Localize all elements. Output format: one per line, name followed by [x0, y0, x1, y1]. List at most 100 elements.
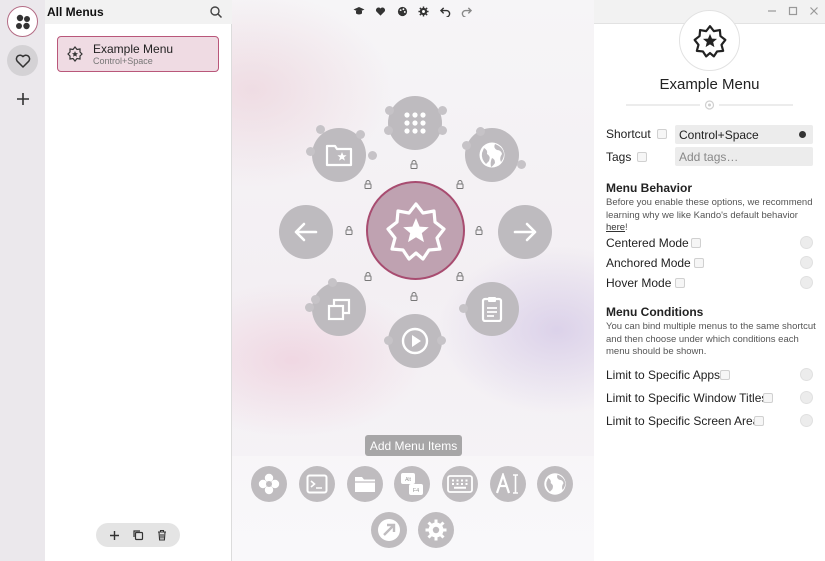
- heart-icon: [376, 7, 386, 16]
- add-collection-button[interactable]: [7, 83, 38, 114]
- plus-icon: [109, 530, 119, 540]
- undo-icon: [439, 6, 451, 17]
- tray-item-submenu[interactable]: [251, 466, 287, 502]
- child-indicator-dot: [311, 295, 320, 304]
- menu-item-windows[interactable]: [312, 282, 366, 336]
- info-icon[interactable]: [637, 152, 647, 162]
- menu-icon-picker[interactable]: [679, 10, 740, 71]
- svg-text:F4: F4: [413, 488, 419, 494]
- minimize-icon[interactable]: [767, 6, 777, 16]
- windows-icon: [327, 298, 351, 321]
- arrow-left-icon: [294, 222, 318, 242]
- gear-icon: [418, 5, 429, 17]
- info-icon[interactable]: [754, 416, 764, 426]
- record-shortcut-icon[interactable]: [799, 131, 806, 138]
- maximize-icon[interactable]: [788, 6, 798, 16]
- info-icon[interactable]: [691, 238, 701, 248]
- menu-card-name: Example Menu: [93, 42, 174, 56]
- child-indicator-dot: [316, 125, 325, 134]
- menu-card-shortcut: Control+Space: [93, 56, 153, 66]
- folder-icon: [355, 477, 375, 492]
- menus-title: All Menus: [47, 5, 104, 19]
- info-icon[interactable]: [657, 129, 667, 139]
- menu-behavior-title: Menu Behavior: [606, 181, 693, 195]
- limit-screen-area-label: Limit to Specific Screen Area: [606, 414, 760, 428]
- limit-window-titles-toggle[interactable]: [800, 391, 813, 404]
- hover-mode-toggle[interactable]: [800, 276, 813, 289]
- child-indicator-dot: [438, 126, 447, 135]
- kando-logo-button[interactable]: [7, 6, 38, 37]
- anchored-mode-label: Anchored Mode: [606, 256, 691, 270]
- ornament-divider: [626, 100, 793, 110]
- limit-screen-area-toggle[interactable]: [800, 414, 813, 427]
- flower-icon: [258, 473, 280, 495]
- menu-item-web[interactable]: [465, 128, 519, 182]
- menu-name-title[interactable]: Example Menu: [594, 76, 825, 93]
- settings-button[interactable]: [417, 4, 431, 18]
- tray-item-macro[interactable]: [442, 466, 478, 502]
- menu-card-example[interactable]: Example Menu Control+Space: [57, 36, 219, 72]
- child-indicator-dot: [517, 160, 526, 169]
- close-icon[interactable]: [809, 6, 819, 16]
- child-indicator-dot: [384, 126, 393, 135]
- lock-icon: [364, 272, 372, 281]
- tags-input[interactable]: Add tags…: [675, 147, 813, 166]
- collections-sidebar: [0, 0, 45, 561]
- info-icon[interactable]: [763, 393, 773, 403]
- child-indicator-dot: [306, 147, 315, 156]
- tray-item-file[interactable]: [347, 466, 383, 502]
- child-indicator-dot: [462, 141, 471, 150]
- redo-icon: [462, 6, 473, 17]
- hover-mode-label: Hover Mode: [606, 276, 672, 290]
- tray-item-settings[interactable]: [418, 512, 454, 548]
- add-menu-items-tab[interactable]: Add Menu Items: [365, 435, 462, 456]
- menu-item-media[interactable]: [388, 314, 442, 368]
- child-indicator-dot: [328, 278, 337, 287]
- properties-panel: Example Menu Shortcut Control+Space Tags…: [594, 0, 825, 561]
- undo-button[interactable]: [438, 4, 452, 18]
- centered-mode-toggle[interactable]: [800, 236, 813, 249]
- behavior-help-link[interactable]: here: [606, 222, 625, 233]
- tutorial-button[interactable]: [352, 4, 366, 18]
- menu-item-apps[interactable]: [388, 96, 442, 150]
- child-indicator-dot: [437, 336, 446, 345]
- duplicate-menu-button[interactable]: [130, 527, 146, 543]
- add-menu-button[interactable]: [106, 527, 122, 543]
- svg-text:Alt: Alt: [405, 477, 411, 483]
- shortcut-label: Shortcut: [606, 127, 651, 141]
- tray-item-hotkey[interactable]: Alt F4: [394, 466, 430, 502]
- favorites-collection-button[interactable]: [7, 45, 38, 76]
- folder-star-icon: [325, 144, 353, 167]
- tags-label: Tags: [606, 150, 632, 164]
- menu-item-back[interactable]: [279, 205, 333, 259]
- info-icon[interactable]: [675, 278, 685, 288]
- child-indicator-dot: [459, 304, 468, 313]
- menu-items-tray: Alt F4: [232, 456, 594, 561]
- child-indicator-dot: [356, 130, 365, 139]
- tray-item-redirect[interactable]: [371, 512, 407, 548]
- info-icon[interactable]: [694, 258, 704, 268]
- menu-item-clipboard[interactable]: [465, 282, 519, 336]
- limit-apps-toggle[interactable]: [800, 368, 813, 381]
- centered-mode-label: Centered Mode: [606, 236, 689, 250]
- info-icon[interactable]: [720, 370, 730, 380]
- redirect-icon: [378, 519, 400, 541]
- tray-item-uri[interactable]: [537, 466, 573, 502]
- tray-item-command[interactable]: [299, 466, 335, 502]
- redo-button[interactable]: [460, 4, 474, 18]
- globe-icon: [479, 142, 505, 168]
- menu-center-node[interactable]: [366, 181, 465, 280]
- search-icon[interactable]: [209, 5, 223, 19]
- favorite-button[interactable]: [374, 4, 388, 18]
- palette-icon: [397, 6, 407, 16]
- theme-button[interactable]: [395, 4, 409, 18]
- menu-preview-area: Add Menu Items Alt F4: [232, 0, 594, 561]
- delete-menu-button[interactable]: [154, 527, 170, 543]
- star-badge-icon: [67, 46, 83, 62]
- limit-window-titles-label: Limit to Specific Window Titles: [606, 391, 768, 405]
- text-icon: [496, 473, 518, 494]
- tray-item-text[interactable]: [490, 466, 526, 502]
- menu-item-next[interactable]: [498, 205, 552, 259]
- shortcut-field[interactable]: Control+Space: [675, 125, 813, 144]
- anchored-mode-toggle[interactable]: [800, 256, 813, 269]
